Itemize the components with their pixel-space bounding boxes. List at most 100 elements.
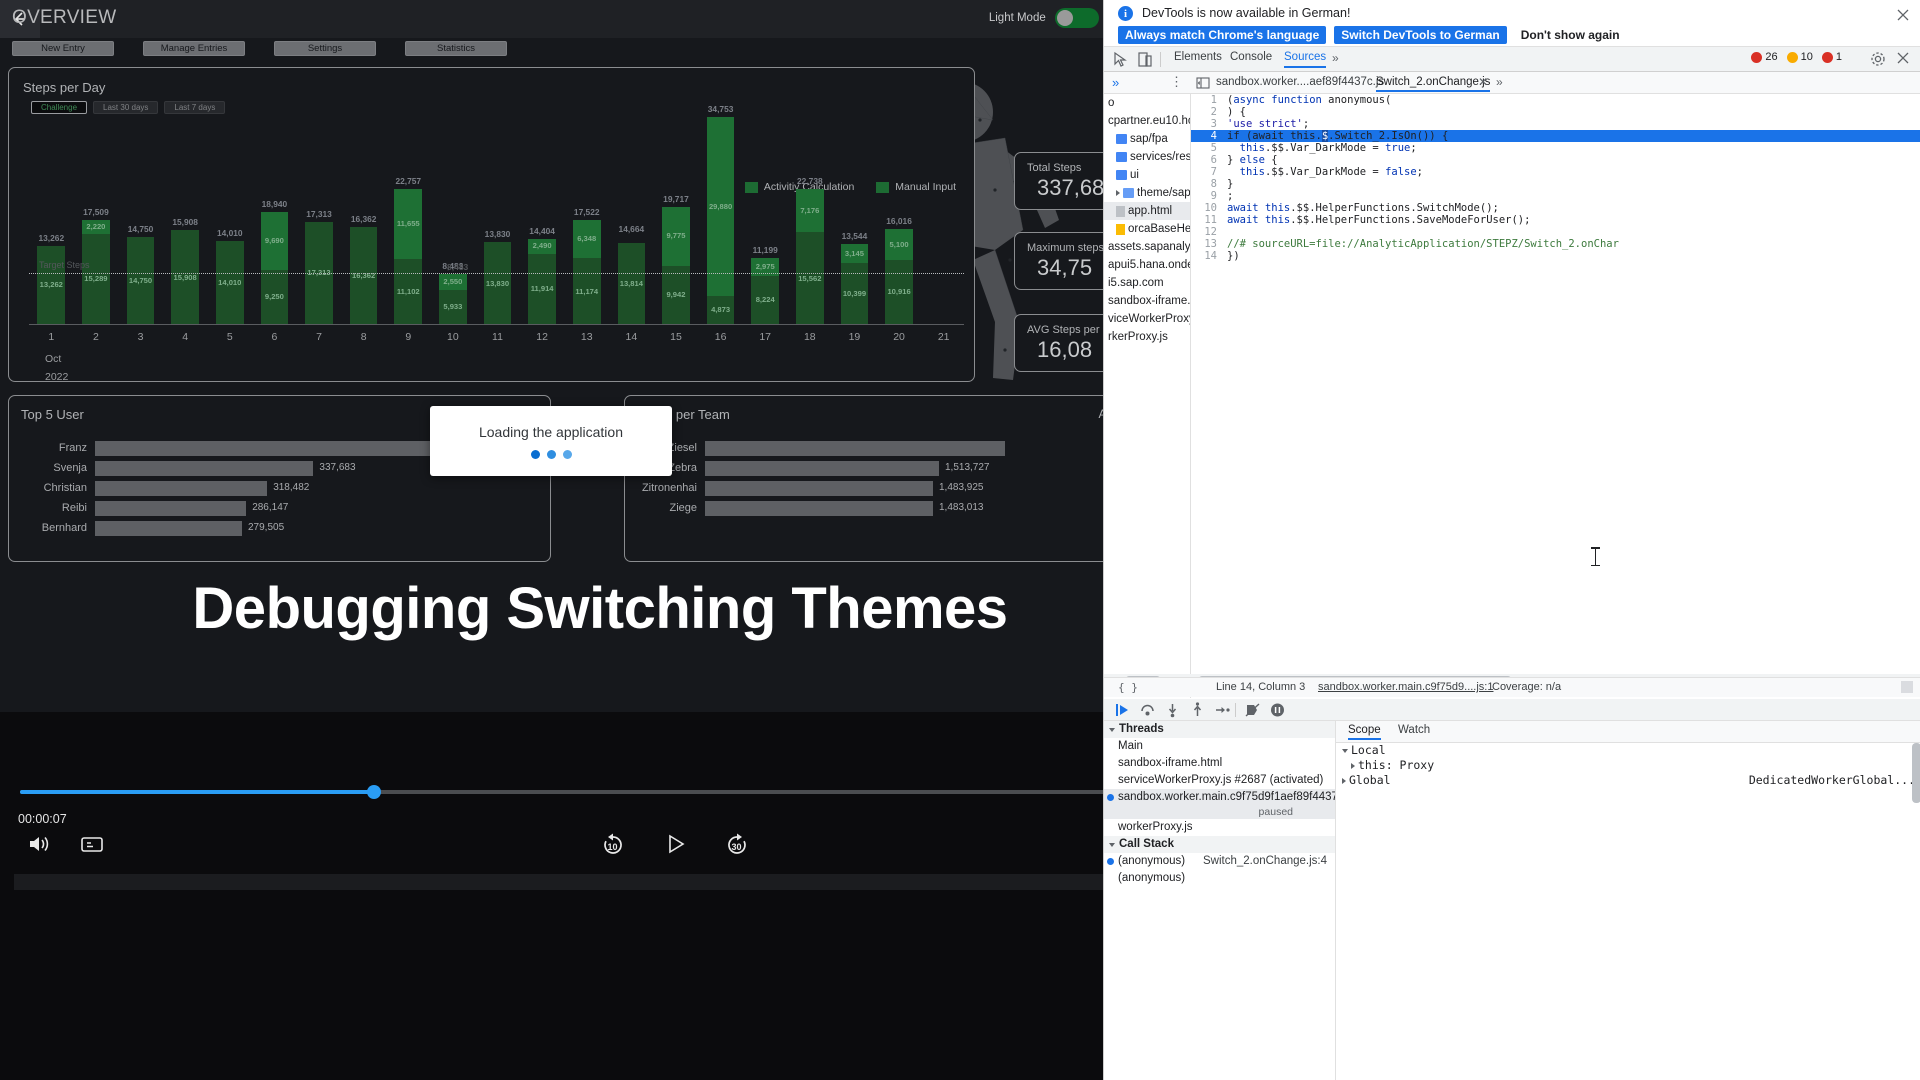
collapse-triangle-icon[interactable] (1109, 843, 1115, 847)
bar-column[interactable]: 15,908 15,908 (171, 217, 199, 325)
code-line[interactable]: 7 this.$$.Var_DarkMode = false; (1191, 166, 1920, 178)
list-item[interactable]: Christian 318,482 (21, 481, 540, 496)
inspect-element-icon[interactable] (1112, 51, 1130, 68)
bar-column[interactable]: 9,250 9,690 18,940 (260, 199, 289, 325)
always-match-language-button[interactable]: Always match Chrome's language (1118, 26, 1327, 44)
bar-column[interactable]: 11,914 2,490 14,404 (528, 226, 556, 325)
bar-column[interactable]: 13,814 14,664 (617, 224, 646, 325)
scope-row[interactable]: Local (1336, 743, 1920, 758)
expand-triangle-icon[interactable] (1342, 777, 1346, 784)
badge-messages[interactable]: 1 (1821, 51, 1842, 63)
code-line[interactable]: 12 (1191, 226, 1920, 238)
tab-watch[interactable]: Watch (1398, 724, 1430, 736)
call-stack-frame[interactable]: (anonymous) (1104, 870, 1335, 887)
progress-handle[interactable] (366, 785, 381, 799)
nav-button-settings[interactable]: Settings (274, 41, 376, 56)
nav-button-new-entry[interactable]: New Entry (12, 41, 114, 56)
close-tab-icon[interactable]: ✕ (1478, 75, 1488, 89)
code-line[interactable]: 8} (1191, 178, 1920, 190)
step-into-icon[interactable] (1164, 702, 1181, 718)
code-line[interactable]: 13 //# sourceURL=file://AnalyticApplicati… (1191, 238, 1920, 250)
list-item[interactable]: Zebra 1,513,727 (637, 461, 1173, 476)
navigator-item-i5-sap-com[interactable]: i5.sap.com (1104, 274, 1190, 292)
pause-on-exceptions-icon[interactable] (1269, 702, 1286, 718)
format-braces-icon[interactable]: { } (1118, 681, 1138, 694)
call-stack-frame[interactable]: (anonymous) Switch_2.onChange.js:4 (1104, 853, 1335, 870)
play-button[interactable] (661, 830, 689, 858)
close-icon[interactable] (1896, 8, 1910, 22)
list-item[interactable]: Bernhard 279,505 (21, 521, 540, 536)
code-line[interactable]: 6} else { (1191, 154, 1920, 166)
bar-column[interactable]: 8,224 2,975 11,199 (751, 245, 780, 325)
editor-settings-icon[interactable] (1901, 681, 1913, 693)
code-line[interactable]: 10 await this.$$.HelperFunctions.SwitchMo… (1191, 202, 1920, 214)
toggle-navigator-icon[interactable] (1196, 76, 1210, 90)
bar-column[interactable]: 14,750 14,750 (126, 224, 155, 325)
thread-item[interactable]: sandbox-iframe.html (1104, 755, 1335, 772)
nav-button-statistics[interactable]: Statistics (405, 41, 507, 56)
gear-icon[interactable] (1870, 51, 1886, 67)
rewind-10-button[interactable]: 10 (599, 830, 627, 858)
tab-sources[interactable]: Sources (1284, 51, 1327, 68)
navigator-item-o[interactable]: o (1104, 94, 1190, 112)
call-stack-section-header[interactable]: Call Stack (1104, 836, 1335, 853)
navigator-item-orcabasehelp[interactable]: orcaBaseHelp (1104, 220, 1190, 238)
tab-scope[interactable]: Scope (1348, 724, 1381, 740)
bar-column[interactable]: 5,933 2,550 8,483 (439, 261, 467, 325)
list-item[interactable]: Ziesel (637, 441, 1173, 456)
bar-column[interactable]: 15,562 7,176 22,738 (796, 176, 824, 325)
list-item[interactable]: Reibi 286,147 (21, 501, 540, 516)
navigator-item-viceworkerproxy-js[interactable]: viceWorkerProxy.js (1104, 310, 1190, 328)
scope-vertical-scrollbar[interactable] (1912, 743, 1920, 803)
collapse-triangle-icon[interactable] (1342, 748, 1348, 753)
more-options-icon[interactable]: ⋮ (1170, 74, 1183, 90)
bar-column[interactable]: 4,873 29,880 34,753 (706, 104, 735, 325)
collapse-triangle-icon[interactable] (1109, 728, 1115, 732)
navigator-item-rkerproxy-js[interactable]: rkerProxy.js (1104, 328, 1190, 346)
thread-item[interactable]: serviceWorkerProxy.js #2687 (activated) (1104, 772, 1335, 789)
navigator-item-sandbox-iframe-htm[interactable]: sandbox-iframe.htm (1104, 292, 1190, 310)
expand-triangle-icon[interactable] (1116, 190, 1120, 196)
chevron-right-icon[interactable]: » (1496, 75, 1503, 89)
code-line[interactable]: 1 (async function anonymous( (1191, 94, 1920, 106)
navigator-item-assets-sapanalytics-c[interactable]: assets.sapanalytics.c (1104, 238, 1190, 256)
tab-console[interactable]: Console (1230, 51, 1272, 63)
device-toolbar-icon[interactable] (1136, 51, 1154, 68)
tab-elements[interactable]: Elements (1174, 51, 1222, 63)
navigator-item-sap-fpa[interactable]: sap/fpa (1104, 130, 1190, 148)
navigator-item-app-html[interactable]: app.html (1104, 202, 1190, 220)
code-editor[interactable]: 1 (async function anonymous(2) {3 'use str… (1191, 94, 1920, 674)
switch-to-german-button[interactable]: Switch DevTools to German (1334, 26, 1507, 44)
badge-warnings[interactable]: 10 (1786, 51, 1813, 63)
bar-column[interactable]: 16,362 16,362 (349, 214, 378, 325)
bar-column[interactable]: 13,830 13,830 (483, 229, 512, 325)
sources-navigator-tree[interactable]: o cpartner.eu10.hcs.cl sap/fpa services/res… (1104, 94, 1191, 698)
threads-section-header[interactable]: Threads (1104, 721, 1335, 738)
forward-30-button[interactable]: 30 (723, 830, 751, 858)
step-out-icon[interactable] (1189, 702, 1206, 718)
dont-show-again-button[interactable]: Don't show again (1515, 26, 1626, 44)
bar-column[interactable]: 10,916 5,100 16,016 (885, 216, 913, 325)
bar-column[interactable]: 11,102 11,655 22,757 (394, 176, 423, 325)
expand-navigator-icon[interactable]: » (1112, 75, 1119, 90)
status-file-link[interactable]: sandbox.worker.main.c9f75d9....js:1 (1318, 681, 1493, 693)
navigator-item-apui5-hana-ondem[interactable]: apui5.hana.ondem (1104, 256, 1190, 274)
close-devtools-icon[interactable] (1896, 51, 1910, 65)
bar-column[interactable]: 9,942 9,775 19,717 (662, 194, 690, 325)
code-line[interactable]: 2) { (1191, 106, 1920, 118)
bar-column[interactable]: 14,010 14,010 (215, 228, 244, 325)
navigator-item-theme-sap-b[interactable]: theme/sap_b (1104, 184, 1190, 202)
expand-triangle-icon[interactable] (1351, 762, 1355, 769)
thread-item[interactable]: Main (1104, 738, 1335, 755)
code-line[interactable]: 3 'use strict'; (1191, 118, 1920, 130)
chevron-right-icon[interactable]: » (1332, 51, 1339, 65)
code-line[interactable]: 4 if (await this.$.Switch_2.IsOn()) { (1191, 130, 1920, 142)
bar-column[interactable]: 13,262 13,262 (37, 233, 66, 325)
code-line[interactable]: 14}) (1191, 250, 1920, 262)
navigator-item-services-rest[interactable]: services/rest (1104, 148, 1190, 166)
dark-mode-switch[interactable] (1054, 8, 1099, 28)
code-line[interactable]: 9; (1191, 190, 1920, 202)
step-over-icon[interactable] (1139, 702, 1156, 718)
deactivate-breakpoints-icon[interactable] (1244, 702, 1261, 718)
code-line[interactable]: 11 await this.$$.HelperFunctions.SaveMode… (1191, 214, 1920, 226)
